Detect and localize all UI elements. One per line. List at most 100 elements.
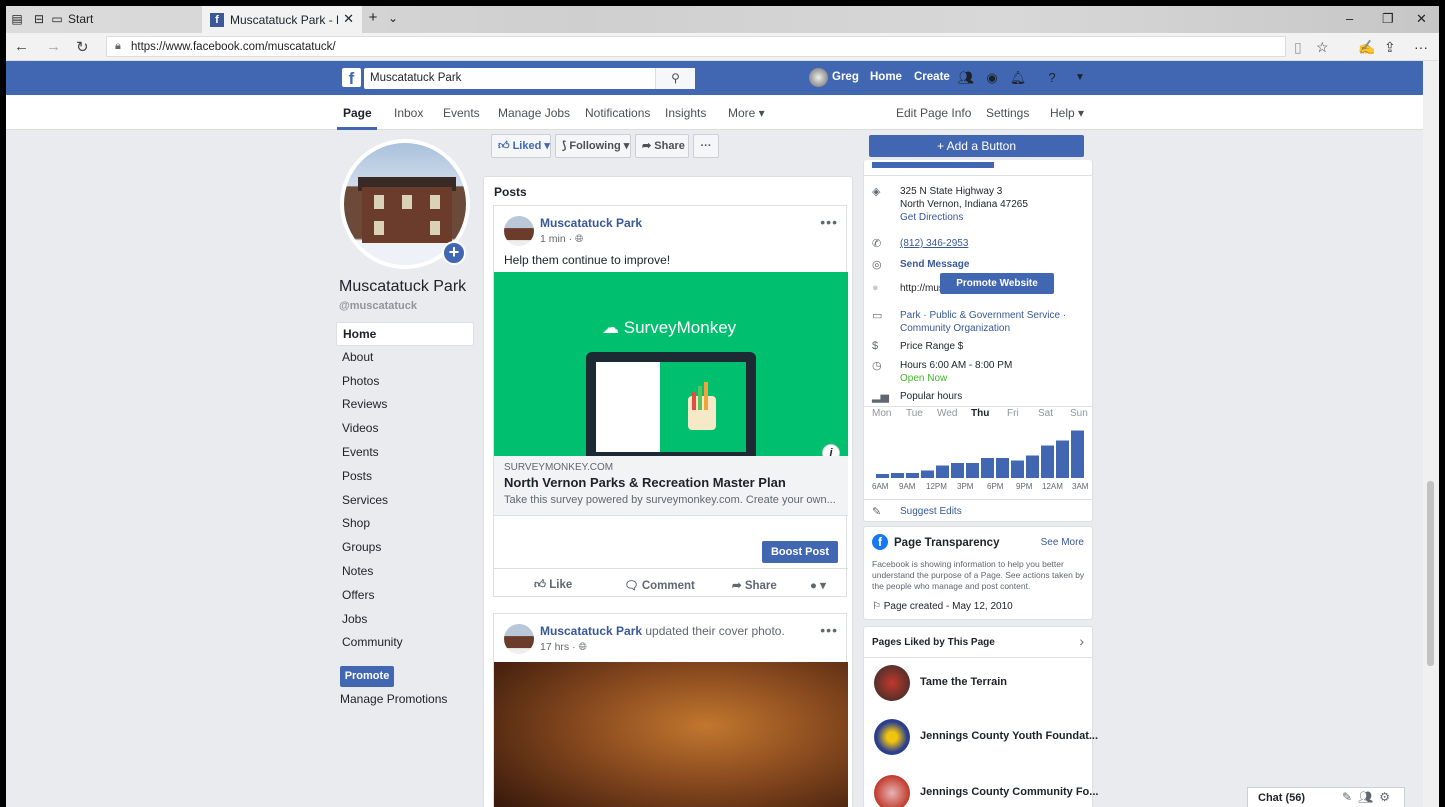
day-wed[interactable]: Wed [937, 408, 957, 419]
tab-active[interactable]: f Muscatatuck Park - Hon ✕ [202, 6, 362, 33]
favorite-star-icon[interactable]: ☆ [1316, 39, 1329, 56]
vertical-scrollbar[interactable] [1423, 61, 1439, 807]
leftnav-item-services[interactable]: Services [336, 489, 474, 513]
post-author-name[interactable]: Muscatatuck Park [540, 216, 642, 230]
search-input[interactable]: Muscatatuck Park ⚲ [364, 68, 695, 89]
leftnav-item-jobs[interactable]: Jobs [336, 608, 474, 632]
day-fri[interactable]: Fri [1007, 408, 1019, 419]
following-button[interactable]: ⟆ Following ▾ [555, 134, 631, 158]
subnav-insights[interactable]: Insights [665, 106, 706, 120]
avatar[interactable] [809, 68, 828, 87]
post-options-icon[interactable]: ••• [820, 622, 838, 638]
start-tab-icon[interactable]: ▭ [50, 12, 64, 26]
url-field[interactable]: 🔒︎ https://www.facebook.com/muscatatuck/ [106, 36, 1286, 57]
category-line1[interactable]: Park · Public & Government Service · [900, 310, 1066, 321]
leftnav-item-videos[interactable]: Videos [336, 417, 474, 441]
reading-view-icon[interactable]: ▯ [1294, 39, 1302, 56]
liked-page-item[interactable]: Jennings County Youth Foundat... [874, 719, 1098, 755]
update-picture-plus-icon[interactable]: + [442, 241, 466, 265]
like-button[interactable]: 👍︎ Like [534, 578, 572, 592]
day-tue[interactable]: Tue [906, 408, 923, 419]
leftnav-item-groups[interactable]: Groups [336, 536, 474, 560]
create-link[interactable]: Create [914, 71, 950, 83]
compose-icon[interactable]: ✎ [1342, 790, 1358, 804]
leftnav-item-photos[interactable]: Photos [336, 370, 474, 394]
leftnav-item-shop[interactable]: Shop [336, 512, 474, 536]
subnav-settings[interactable]: Settings [986, 106, 1029, 120]
scrollbar-thumb[interactable] [1427, 481, 1434, 666]
close-tab-icon[interactable]: ✕ [343, 11, 354, 27]
link-preview-text[interactable]: SURVEYMONKEY.COM North Vernon Parks & Re… [494, 456, 848, 516]
forward-icon[interactable]: → [46, 38, 61, 55]
day-sat[interactable]: Sat [1038, 408, 1053, 419]
subnav-notifications[interactable]: Notifications [585, 106, 650, 120]
leftnav-item-home[interactable]: Home [336, 322, 474, 346]
post-author-avatar[interactable] [504, 216, 534, 246]
share-button[interactable]: ➦ Share [732, 578, 777, 592]
post-author-avatar[interactable] [504, 624, 534, 654]
subnav-events[interactable]: Events [443, 106, 480, 120]
suggest-edits-link[interactable]: Suggest Edits [900, 505, 962, 518]
post-as-selector[interactable]: ● ▾ [810, 578, 826, 592]
leftnav-item-offers[interactable]: Offers [336, 584, 474, 608]
chat-bar[interactable]: Chat (56) ✎👥︎⚙ [1247, 787, 1405, 807]
more-icon[interactable]: ··· [1414, 39, 1428, 55]
close-window-icon[interactable]: ✕ [1416, 11, 1427, 27]
info-icon[interactable]: i [822, 444, 840, 456]
leftnav-item-about[interactable]: About [336, 346, 474, 370]
cover-photo-image[interactable] [494, 662, 848, 807]
boost-post-button[interactable]: Boost Post [761, 541, 838, 563]
minimize-icon[interactable]: – [1346, 11, 1353, 26]
liked-page-item[interactable]: Tame the Terrain [874, 665, 1084, 701]
manage-promotions-link[interactable]: Manage Promotions [340, 692, 447, 706]
day-thu[interactable]: Thu [971, 408, 989, 419]
category-line2[interactable]: Community Organization [900, 323, 1010, 334]
get-directions-link[interactable]: Get Directions [900, 212, 963, 223]
share-page-button[interactable]: ➦ Share [635, 134, 689, 158]
liked-button[interactable]: 👍︎ Liked ▾ [491, 134, 551, 158]
new-tab-icon[interactable]: + [366, 10, 380, 25]
day-mon[interactable]: Mon [872, 408, 891, 419]
notifications-bell-icon[interactable]: 🔔︎ [1008, 68, 1028, 88]
share-icon[interactable]: ⇪ [1384, 39, 1396, 56]
friend-requests-icon[interactable]: 👥︎ [956, 68, 976, 88]
refresh-icon[interactable]: ↻ [76, 38, 89, 56]
subnav-more[interactable]: More ▾ [728, 106, 765, 120]
tab-actions-icon[interactable]: ▤ [10, 12, 24, 26]
more-options-button[interactable]: ··· [693, 134, 719, 158]
gear-icon[interactable]: ⚙ [1379, 790, 1396, 804]
post-author-name[interactable]: Muscatatuck Park updated their cover pho… [540, 624, 785, 638]
pen-icon[interactable]: ✍ [1358, 39, 1375, 56]
back-icon[interactable]: ← [14, 38, 29, 55]
subnav-help[interactable]: Help ▾ [1050, 106, 1084, 120]
subnav-inbox[interactable]: Inbox [394, 106, 423, 120]
chevron-down-icon[interactable]: ⌄ [386, 11, 400, 25]
leftnav-item-community[interactable]: Community [336, 631, 474, 655]
chevron-right-icon[interactable]: › [1079, 633, 1084, 649]
subnav-manage-jobs[interactable]: Manage Jobs [498, 106, 570, 120]
promote-button[interactable]: Promote [340, 666, 394, 687]
send-message-link[interactable]: Send Message [900, 258, 969, 271]
leftnav-item-events[interactable]: Events [336, 441, 474, 465]
tabs-aside-icon[interactable]: ⊟ [32, 12, 46, 26]
tab-start[interactable]: Start [68, 12, 93, 26]
day-sun[interactable]: Sun [1070, 408, 1088, 419]
messenger-icon[interactable]: ◉ [982, 68, 1002, 88]
home-link[interactable]: Home [870, 71, 902, 83]
page-handle[interactable]: @muscatatuck [339, 300, 417, 312]
phone-link[interactable]: (812) 346-2953 [900, 237, 968, 250]
leftnav-item-posts[interactable]: Posts [336, 465, 474, 489]
promote-website-button[interactable]: Promote Website [940, 273, 1054, 294]
see-more-link[interactable]: See More [1041, 537, 1084, 548]
group-icon[interactable]: 👥︎ [1358, 790, 1379, 804]
liked-page-item[interactable]: Jennings County Community Fo... [874, 775, 1098, 807]
leftnav-item-reviews[interactable]: Reviews [336, 393, 474, 417]
post-timestamp[interactable]: 1 min · 🌐︎ [540, 233, 583, 246]
link-preview-image[interactable]: ☁︎ SurveyMonkey i [494, 272, 848, 456]
add-a-button[interactable]: + Add a Button [869, 135, 1084, 157]
post-timestamp[interactable]: 17 hrs · 🌐︎ [540, 641, 587, 654]
leftnav-item-notes[interactable]: Notes [336, 560, 474, 584]
subnav-edit-page-info[interactable]: Edit Page Info [896, 106, 971, 120]
account-menu-icon[interactable]: ▼ [1070, 68, 1090, 88]
profile-link[interactable]: Greg [832, 71, 859, 83]
